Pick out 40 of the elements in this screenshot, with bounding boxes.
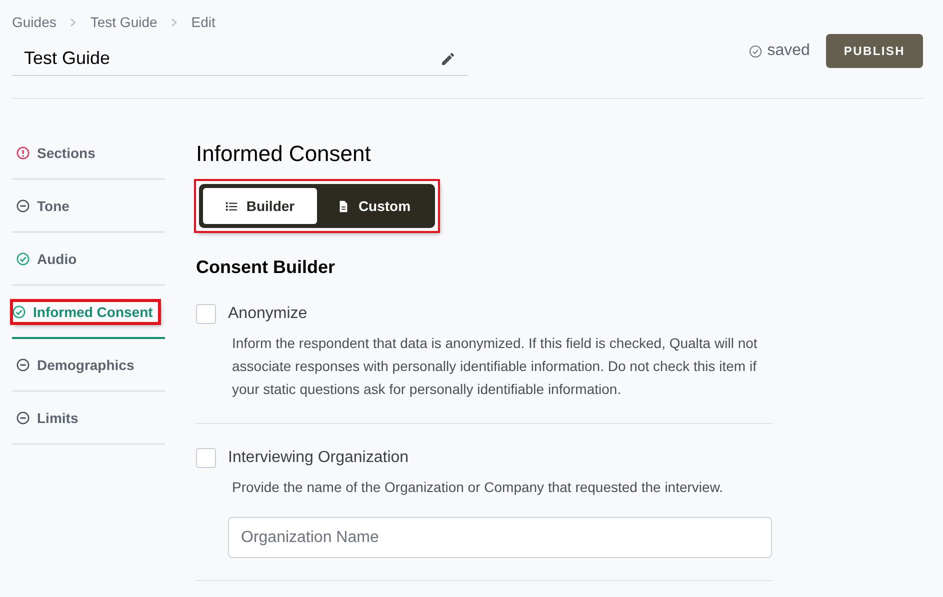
breadcrumb-link[interactable]: Edit [191,14,216,30]
minus-circle-icon [16,198,30,212]
check-circle-icon [12,304,26,318]
minus-circle-icon [16,410,30,424]
publish-button[interactable]: PUBLISH [826,34,923,68]
option-description: Provide the name of the Organization or Company that requested the interview. [232,478,724,497]
sidebar-label: Informed Consent [33,304,153,320]
alert-circle-icon [16,146,30,160]
title-field[interactable]: Test Guide [12,48,468,76]
builder-heading: Consent Builder [196,257,336,278]
list-icon [225,200,238,212]
sidebar-item[interactable]: Sections [12,127,165,180]
check-circle-icon [749,44,762,58]
chevron-icon [70,18,76,26]
option-label: Anonymize [228,305,308,323]
sidebar-item[interactable]: Limits [12,392,165,445]
breadcrumb-link[interactable]: Guides [12,14,56,30]
pencil-icon[interactable] [440,50,456,66]
option-label: Interviewing Organization [228,449,409,467]
mode-tab[interactable]: Custom [317,188,431,224]
checkbox[interactable] [196,304,216,324]
breadcrumb-link[interactable]: Test Guide [90,14,158,30]
sidebar-item[interactable]: Demographics [12,339,165,392]
section-heading: Informed Consent [196,141,372,167]
sidebar-label: Audio [37,250,77,266]
chevron-icon [171,18,178,26]
save-status: saved [767,42,810,60]
sidebar-label: Demographics [37,356,134,372]
option-description: Inform the respondent that data is anonymized. If this field is checked, Qualta will not associate responses with personally identifiable information. Do not check this item if your static questions ask for personally identifiable information. [232,334,758,399]
sidebar-label: Tone [37,198,70,214]
checkbox[interactable] [196,448,216,468]
sidebar-item[interactable]: Audio [12,233,165,286]
sidebar-item[interactable]: Informed Consent [12,286,165,339]
input-field[interactable]: Organization Name [228,517,772,558]
check-circle-icon [16,252,30,266]
minus-circle-icon [16,358,30,372]
sidebar-label: Limits [37,410,78,426]
sidebar-item[interactable]: Tone [12,180,165,233]
mode-tab[interactable]: Builder [203,188,317,224]
sidebar-label: Sections [37,144,96,160]
